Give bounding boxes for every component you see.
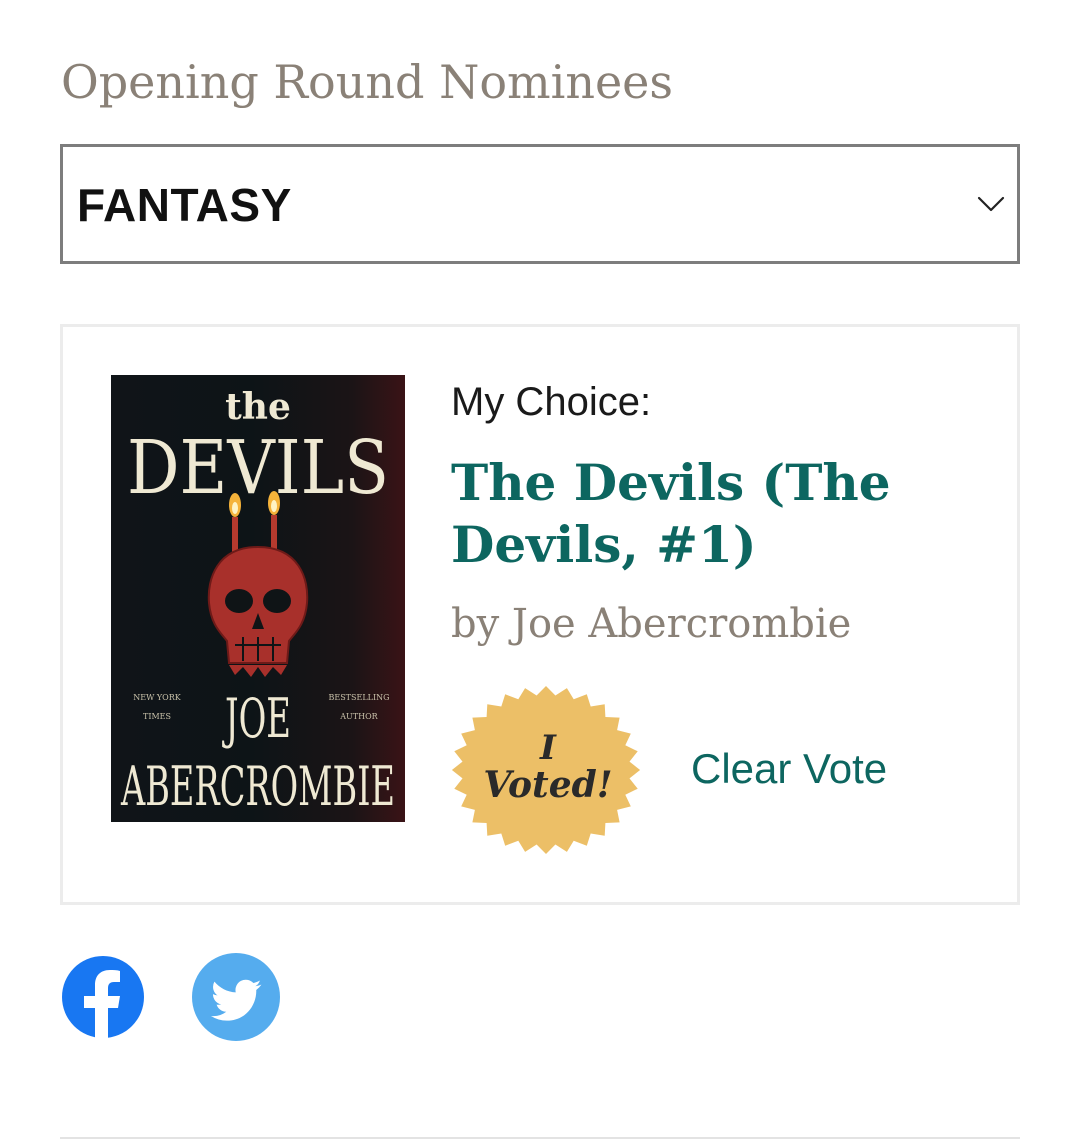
cover-tagline-right-2: AUTHOR <box>339 712 378 721</box>
section-divider <box>60 1137 1020 1139</box>
facebook-icon <box>62 956 144 1038</box>
cover-tagline-right-1: BESTSELLING <box>328 693 389 702</box>
book-title-link[interactable]: The Devils (The Devils, #1) <box>451 452 991 576</box>
cover-tagline-left-2: TIMES <box>143 712 171 721</box>
twitter-share-button[interactable] <box>192 953 280 1041</box>
category-select-value: FANTASY <box>77 179 292 231</box>
cover-author-first: JOE <box>222 687 291 750</box>
cover-author-last: ABERCROMBIE <box>120 755 395 818</box>
twitter-icon <box>192 953 280 1041</box>
skull-icon <box>207 545 309 677</box>
clear-vote-button[interactable]: Clear Vote <box>691 743 887 795</box>
voted-badge-line1: I <box>539 728 557 768</box>
voted-badge-line2: Voted! <box>483 764 612 806</box>
book-author: by Joe Abercrombie <box>451 601 852 647</box>
cover-tagline-left-1: NEW YORK <box>133 693 181 702</box>
category-select[interactable]: FANTASY <box>60 144 1020 264</box>
facebook-share-button[interactable] <box>62 956 144 1038</box>
book-cover[interactable]: the DEVILS NEW YORK TIMES BESTSELLING AU… <box>111 375 405 822</box>
chevron-down-icon <box>977 196 1005 212</box>
section-heading: Opening Round Nominees <box>61 55 674 109</box>
cover-top-text: the <box>225 386 291 428</box>
my-choice-label: My Choice: <box>451 380 652 424</box>
cover-title-text: DEVILS <box>127 425 389 511</box>
seal-badge-icon: I Voted! <box>451 686 641 854</box>
